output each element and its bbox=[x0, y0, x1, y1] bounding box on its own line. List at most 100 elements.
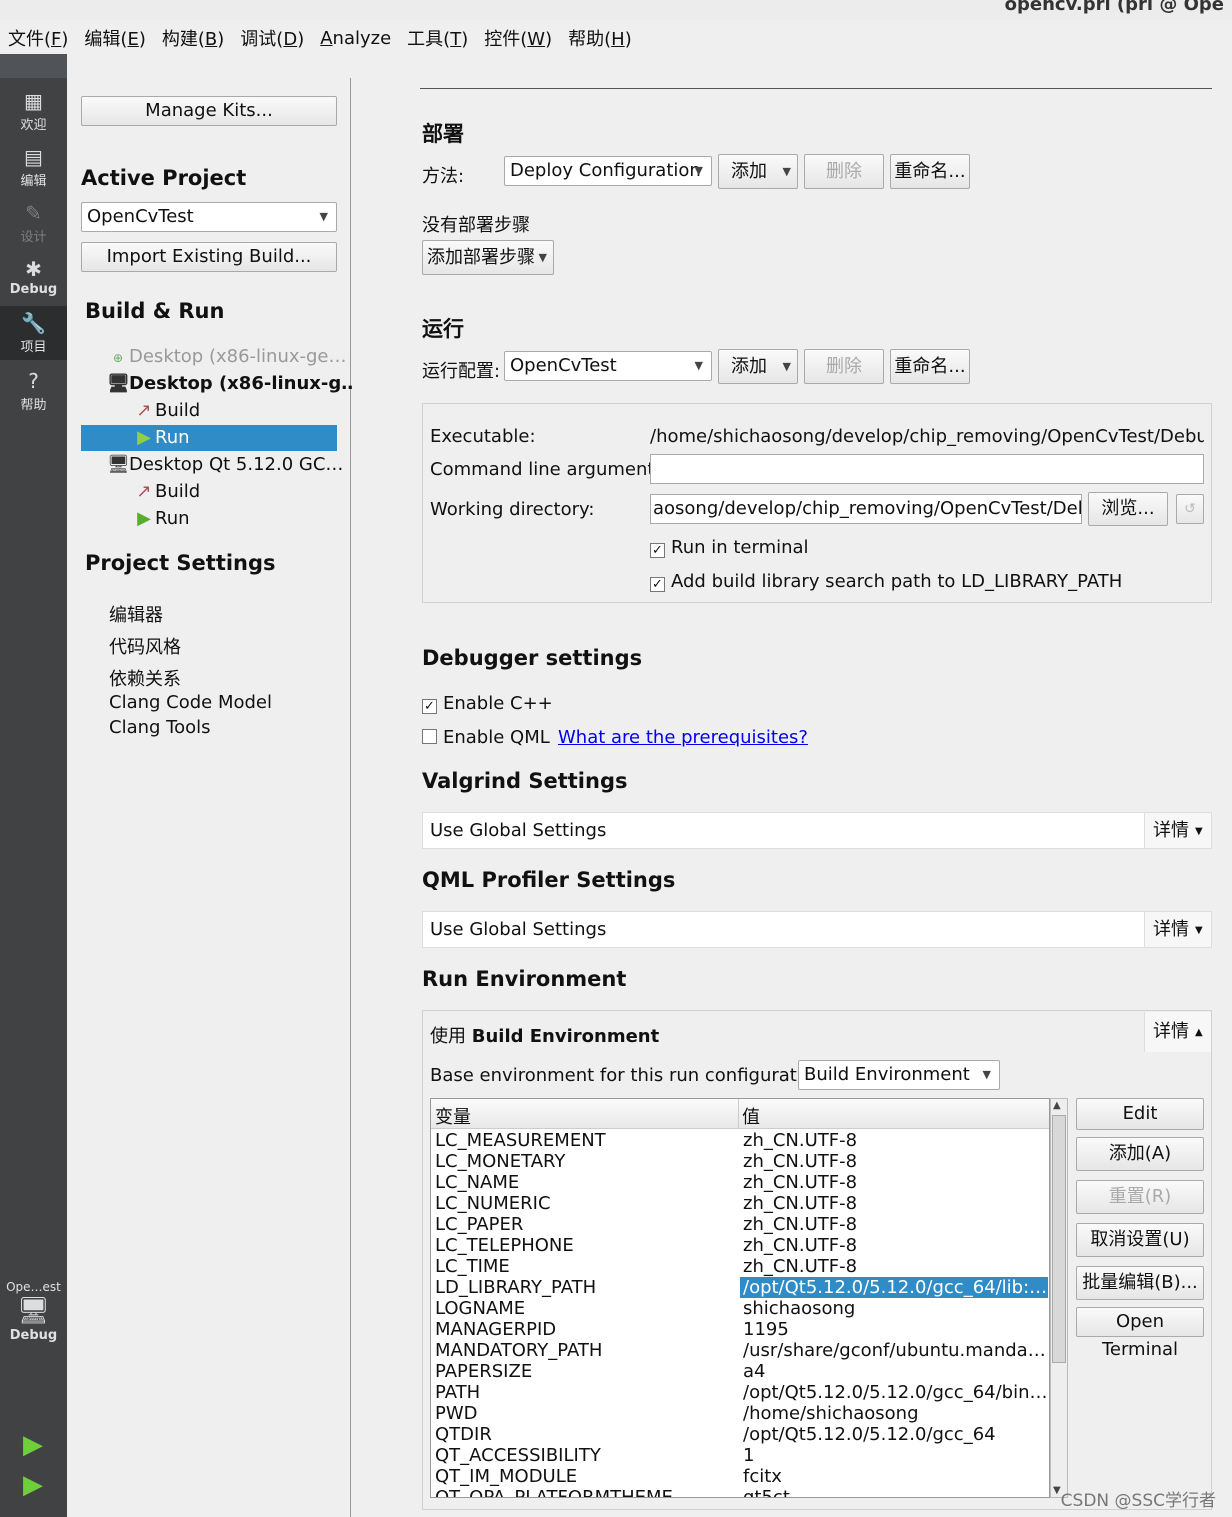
menu-bar: 文件(F) 编辑(E) 构建(B) 调试(D) Analyze 工具(T) 控件(W) 帮助(… bbox=[0, 22, 1232, 54]
mode-design[interactable]: ✎ 设计 bbox=[0, 196, 67, 250]
tree-kit-qt[interactable]: 🖥Desktop Qt 5.12.0 GC… bbox=[107, 454, 343, 475]
table-row[interactable]: QT_ACCESSIBILITY 1 bbox=[431, 1445, 1049, 1466]
reset-dir-icon[interactable]: ↺ bbox=[1176, 494, 1204, 524]
menu-item-3[interactable]: 调试(D) bbox=[232, 25, 312, 51]
env-unset-button[interactable]: 取消设置(U) bbox=[1076, 1223, 1204, 1257]
table-row[interactable]: MANAGERPID 1195 bbox=[431, 1319, 1049, 1340]
table-row[interactable]: LC_MONETARY zh_CN.UTF-8 bbox=[431, 1151, 1049, 1172]
add-deploy-step-button[interactable]: 添加部署步骤 ▼ bbox=[422, 240, 554, 275]
enable-qml-checkbox[interactable]: Enable QML bbox=[422, 727, 550, 748]
settings-item-code-style[interactable]: 代码风格 bbox=[109, 633, 181, 659]
add-deploy-step-label: 添加部署步骤 bbox=[427, 247, 535, 268]
command-args-input[interactable] bbox=[650, 454, 1204, 484]
mode-debug[interactable]: ✱ Debug bbox=[0, 252, 67, 306]
env-add-button[interactable]: 添加(A) bbox=[1076, 1137, 1204, 1171]
debug-run-button-icon[interactable]: ▶ bbox=[18, 1470, 48, 1500]
play-icon: ▶ bbox=[137, 427, 151, 448]
menu-item-0[interactable]: 文件(F) bbox=[0, 25, 76, 51]
env-variable-name: LD_LIBRARY_PATH bbox=[435, 1277, 597, 1298]
table-row[interactable]: QT_IM_MODULE fcitx bbox=[431, 1466, 1049, 1487]
monitor-icon: 🖥 bbox=[16, 1296, 50, 1326]
env-variable-name: LC_TIME bbox=[435, 1256, 510, 1277]
column-header-value[interactable]: 值 bbox=[742, 1103, 760, 1129]
scroll-down-icon[interactable]: ▼ bbox=[1053, 1485, 1061, 1496]
run-config-combo[interactable]: OpenCvTest ▼ bbox=[504, 351, 712, 381]
env-variable-value: qt5ct bbox=[743, 1487, 790, 1498]
env-edit-button[interactable]: Edit bbox=[1076, 1098, 1204, 1130]
mode-projects[interactable]: 🔧 项目 bbox=[0, 306, 67, 360]
table-row[interactable]: LC_PAPER zh_CN.UTF-8 bbox=[431, 1214, 1049, 1235]
browse-button[interactable]: 浏览... bbox=[1088, 492, 1168, 526]
run-add-button[interactable]: 添加 ▼ bbox=[718, 349, 798, 384]
table-row[interactable]: LC_TELEPHONE zh_CN.UTF-8 bbox=[431, 1235, 1049, 1256]
menu-item-4[interactable]: Analyze bbox=[312, 28, 399, 49]
environment-table[interactable]: 变量 值 LC_MEASUREMENT zh_CN.UTF-8 LC_MONETAR… bbox=[430, 1098, 1050, 1498]
table-row[interactable]: LOGNAME shichaosong bbox=[431, 1298, 1049, 1319]
settings-item-dependencies[interactable]: 依赖关系 bbox=[109, 665, 181, 691]
tree-kit-disabled[interactable]: ⊕ Desktop (x86-linux-ge… bbox=[107, 346, 347, 367]
mode-help[interactable]: ? 帮助 bbox=[0, 364, 67, 418]
hammer-icon: ↗ bbox=[136, 481, 152, 502]
valgrind-details-label: 详情 bbox=[1153, 820, 1189, 841]
run-env-details-button[interactable]: 详情 ▲ bbox=[1144, 1012, 1211, 1052]
tree-kit-active[interactable]: 🖥Desktop (x86-linux-g… bbox=[107, 373, 359, 394]
run-in-terminal-checkbox[interactable]: ✓ Run in terminal bbox=[650, 537, 809, 558]
environment-table-scrollbar[interactable]: ▲ ▼ bbox=[1050, 1098, 1068, 1498]
add-kit-icon: ⊕ bbox=[112, 351, 124, 365]
manage-kits-button[interactable]: Manage Kits... bbox=[81, 96, 337, 126]
table-row[interactable]: LC_MEASUREMENT zh_CN.UTF-8 bbox=[431, 1130, 1049, 1151]
play-icon: ▶ bbox=[137, 508, 151, 529]
deploy-add-button[interactable]: 添加 ▼ bbox=[718, 154, 798, 189]
base-env-combo[interactable]: Build Environment ▼ bbox=[798, 1060, 1000, 1090]
table-row[interactable]: PWD/home/shichaosong bbox=[431, 1403, 1049, 1424]
env-variable-name: LC_TELEPHONE bbox=[435, 1235, 574, 1256]
menu-item-7[interactable]: 帮助(H) bbox=[560, 25, 640, 51]
scrollbar-thumb[interactable] bbox=[1052, 1115, 1066, 1363]
table-row[interactable]: PATH/opt/Qt5.12.0/5.12.0/gcc_64/bin:/u… bbox=[431, 1382, 1049, 1403]
table-row[interactable]: QTDIR/opt/Qt5.12.0/5.12.0/gcc_64 bbox=[431, 1424, 1049, 1445]
deploy-rename-button[interactable]: 重命名... bbox=[890, 154, 970, 189]
menu-item-mnemonic: D bbox=[283, 29, 298, 50]
env-reset-button[interactable]: 重置(R) bbox=[1076, 1180, 1204, 1214]
working-dir-input[interactable]: aosong/develop/chip_removing/OpenCvTest/… bbox=[650, 494, 1082, 524]
env-variable-name: QT_IM_MODULE bbox=[435, 1466, 578, 1487]
deploy-remove-button[interactable]: 删除 bbox=[804, 154, 884, 189]
menu-item-2[interactable]: 构建(B) bbox=[154, 25, 232, 51]
menu-item-6[interactable]: 控件(W) bbox=[476, 25, 560, 51]
mode-edit[interactable]: ▤ 编辑 bbox=[0, 140, 67, 194]
settings-item-editor[interactable]: 编辑器 bbox=[109, 601, 163, 627]
run-env-summary-prefix: 使用 bbox=[430, 1026, 472, 1047]
table-row[interactable]: PAPERSIZE a4 bbox=[431, 1361, 1049, 1382]
scroll-up-icon[interactable]: ▲ bbox=[1053, 1100, 1061, 1111]
column-header-variable[interactable]: 变量 bbox=[435, 1103, 471, 1129]
kit-selector[interactable]: Ope…est 🖥 Debug bbox=[0, 1274, 67, 1370]
table-row[interactable]: LC_TIME zh_CN.UTF-8 bbox=[431, 1256, 1049, 1277]
active-project-combo[interactable]: OpenCvTest ▼ bbox=[81, 202, 337, 232]
settings-item-clang-code-model[interactable]: Clang Code Model bbox=[109, 692, 272, 713]
tree-run-2[interactable]: ▶ Run bbox=[133, 508, 189, 529]
tree-run[interactable]: ▶ Run bbox=[133, 427, 189, 448]
add-lib-path-checkbox[interactable]: ✓ Add build library search path to LD_LIB… bbox=[650, 571, 1122, 592]
tree-build[interactable]: ↗ Build bbox=[133, 400, 200, 421]
run-remove-button[interactable]: 删除 bbox=[804, 349, 884, 384]
menu-item-1[interactable]: 编辑(E) bbox=[76, 25, 153, 51]
env-batch-edit-button[interactable]: 批量编辑(B)... bbox=[1076, 1266, 1204, 1300]
table-row[interactable]: LD_LIBRARY_PATH/opt/Qt5.12.0/5.12.0/gcc_… bbox=[431, 1277, 1049, 1298]
table-row[interactable]: QT_QPA_PLATFORMTHEME qt5ct bbox=[431, 1487, 1049, 1498]
table-row[interactable]: MANDATORY_PATH/usr/share/gconf/ubuntu.ma… bbox=[431, 1340, 1049, 1361]
import-existing-build-button[interactable]: Import Existing Build... bbox=[81, 242, 337, 272]
prerequisites-link[interactable]: What are the prerequisites? bbox=[558, 727, 808, 748]
env-open-terminal-button[interactable]: Open Terminal bbox=[1076, 1307, 1204, 1360]
table-row[interactable]: LC_NAME zh_CN.UTF-8 bbox=[431, 1172, 1049, 1193]
run-rename-button[interactable]: 重命名... bbox=[890, 349, 970, 384]
qml-profiler-details-button[interactable]: 详情 ▼ bbox=[1144, 912, 1211, 947]
menu-item-5[interactable]: 工具(T) bbox=[399, 25, 476, 51]
tree-build-2[interactable]: ↗ Build bbox=[133, 481, 200, 502]
enable-cpp-checkbox[interactable]: ✓ Enable C++ bbox=[422, 693, 553, 714]
deploy-config-combo[interactable]: Deploy Configuration ▼ bbox=[504, 156, 712, 186]
run-button-icon[interactable]: ▶ bbox=[18, 1430, 48, 1460]
mode-welcome[interactable]: ▦ 欢迎 bbox=[0, 84, 67, 138]
settings-item-clang-tools[interactable]: Clang Tools bbox=[109, 717, 211, 738]
valgrind-details-button[interactable]: 详情 ▼ bbox=[1144, 813, 1211, 848]
table-row[interactable]: LC_NUMERIC zh_CN.UTF-8 bbox=[431, 1193, 1049, 1214]
